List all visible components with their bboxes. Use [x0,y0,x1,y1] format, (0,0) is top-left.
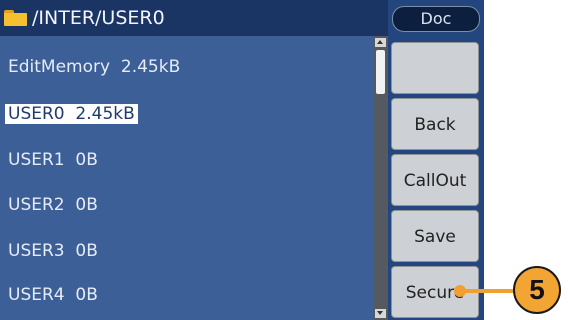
file-item-editmemory[interactable]: EditMemory 2.45kB [8,52,180,82]
path-bar: /INTER/USER0 [0,0,388,36]
callout-button[interactable]: CallOut [391,154,479,206]
save-button[interactable]: Save [391,210,479,262]
back-button[interactable]: Back [391,98,479,150]
file-size: 0B [75,285,98,305]
file-size: 0B [75,241,98,261]
file-item-user2[interactable]: USER2 0B [8,190,98,220]
file-size: 2.45kB [120,57,181,77]
softkey-blank[interactable] [391,42,479,94]
file-size: 0B [75,195,98,215]
softkey-panel: Doc Back CallOut Save Secure [388,0,484,320]
file-name: USER4 [8,285,65,305]
scrollbar[interactable] [373,36,388,320]
file-name: USER1 [8,150,65,170]
callout-pointer-dot [454,285,466,297]
scroll-down-arrow-icon[interactable] [375,309,386,318]
file-item-user1[interactable]: USER1 0B [8,145,98,175]
scroll-up-arrow-icon[interactable] [375,38,386,47]
file-size: 2.45kB [75,104,135,124]
callout-number-badge: 5 [513,266,561,314]
folder-icon [4,10,28,26]
file-name: USER0 [8,104,65,124]
file-list: EditMemory 2.45kB USER0 2.45kB USER1 0B … [0,36,373,320]
file-name: EditMemory [8,57,111,77]
path-label: /INTER/USER0 [32,7,165,29]
file-size: 0B [75,150,98,170]
file-item-user3[interactable]: USER3 0B [8,236,98,266]
file-manager-screen: /INTER/USER0 EditMemory 2.45kB USER0 2.4… [0,0,484,320]
file-name: USER2 [8,195,65,215]
scroll-thumb[interactable] [376,50,385,94]
file-item-user0[interactable]: USER0 2.45kB [5,99,138,129]
panel-title: Doc [392,6,480,32]
file-name: USER3 [8,241,65,261]
callout-leader-line [459,289,515,293]
selected-highlight: USER0 2.45kB [5,104,138,124]
file-item-user4[interactable]: USER4 0B [8,280,98,310]
